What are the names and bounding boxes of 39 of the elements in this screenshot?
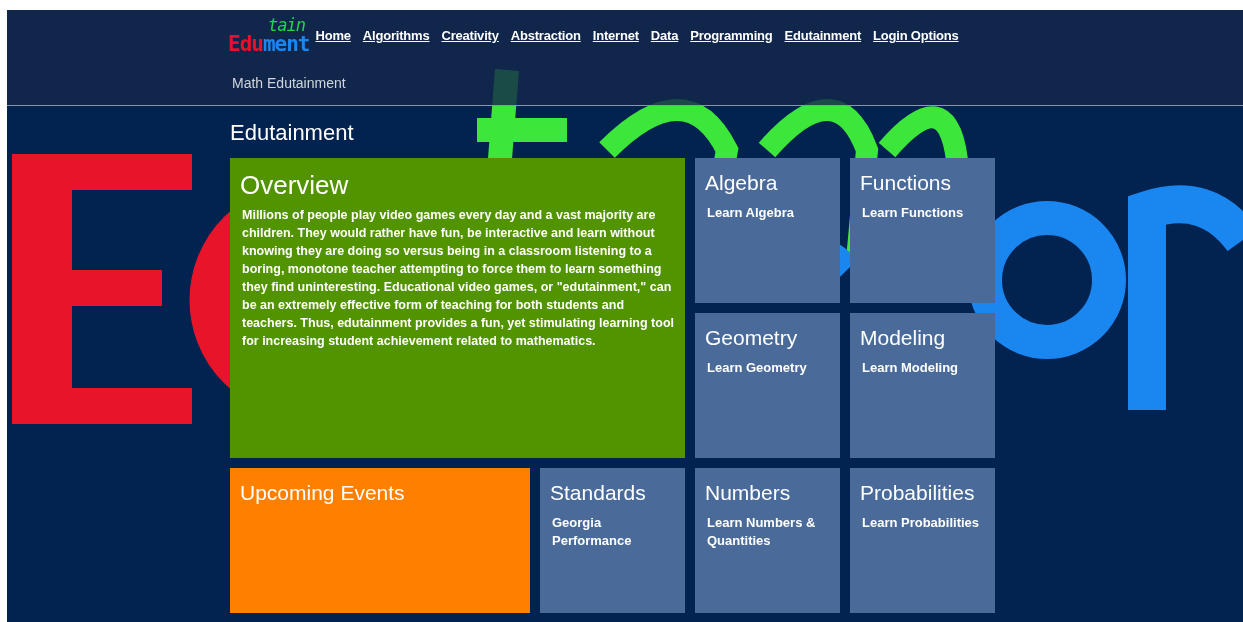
tile-link[interactable]: Learn Geometry: [705, 359, 830, 377]
tile-title: Modeling: [860, 325, 947, 351]
topic-tile[interactable]: Numbers Learn Numbers & Quantities: [695, 468, 840, 613]
tile-link[interactable]: Learn Numbers & Quantities: [705, 514, 830, 550]
nav-link[interactable]: Data: [650, 28, 679, 43]
topic-tile[interactable]: Probabilities Learn Probabilities: [850, 468, 995, 613]
nav-link[interactable]: Algorithms: [362, 28, 430, 43]
page-title: Edutainment: [230, 119, 355, 147]
tile-link[interactable]: Learn Probabilities: [860, 514, 985, 532]
logo-text[interactable]: Edu: [228, 32, 263, 56]
tile-title: Geometry: [705, 325, 799, 351]
topic-tile[interactable]: Standards Georgia Performance: [540, 468, 685, 613]
topic-tile[interactable]: Algebra Learn Algebra: [695, 158, 840, 303]
tile-title: Overview: [240, 170, 350, 200]
nav-link[interactable]: Abstraction: [510, 28, 581, 43]
topic-tile[interactable]: Geometry Learn Geometry: [695, 313, 840, 458]
nav-link[interactable]: Internet: [592, 28, 639, 43]
topic-tile[interactable]: Functions Learn Functions: [850, 158, 995, 303]
nav-link[interactable]: Creativity: [441, 28, 499, 43]
tile-title: Upcoming Events: [240, 480, 406, 506]
tile-link[interactable]: Learn Modeling: [860, 359, 985, 377]
nav-link[interactable]: Home: [315, 28, 351, 43]
tile-title: Functions: [860, 170, 953, 196]
nav-link[interactable]: Edutainment: [784, 28, 862, 43]
tile-link[interactable]: Georgia Performance: [550, 514, 675, 550]
logo-text[interactable]: ment: [262, 32, 310, 56]
overview-tile[interactable]: [230, 158, 685, 458]
tile-title: Numbers: [705, 480, 792, 506]
site-subtitle: Math Edutainment: [231, 75, 347, 91]
tile-title: Algebra: [705, 170, 779, 196]
tile-title: Probabilities: [860, 480, 976, 506]
tile-title: Standards: [550, 480, 647, 506]
topic-tile[interactable]: Modeling Learn Modeling: [850, 313, 995, 458]
overview-text: Millions of people play video games every day and a vast majority are children. They would rather have fun, be interactive and learn without knowing they are doing so versus being in a classroom listening to a boring, monotone teacher attempting to force them to learn something they find uninteresting. Educational video games, or "edutainment," can be an extremely effective form of teaching for both students and teachers. Thus, edutainment provides a fun, yet stimulating learning tool for increasing student achievement related to mathematics.: [241, 207, 675, 350]
tile-link[interactable]: Learn Functions: [860, 204, 985, 222]
tile-link[interactable]: Learn Algebra: [705, 204, 830, 222]
nav-link[interactable]: Login Options: [873, 28, 959, 43]
logo-text[interactable]: tain: [268, 16, 305, 34]
nav-link[interactable]: Programming: [690, 28, 773, 43]
